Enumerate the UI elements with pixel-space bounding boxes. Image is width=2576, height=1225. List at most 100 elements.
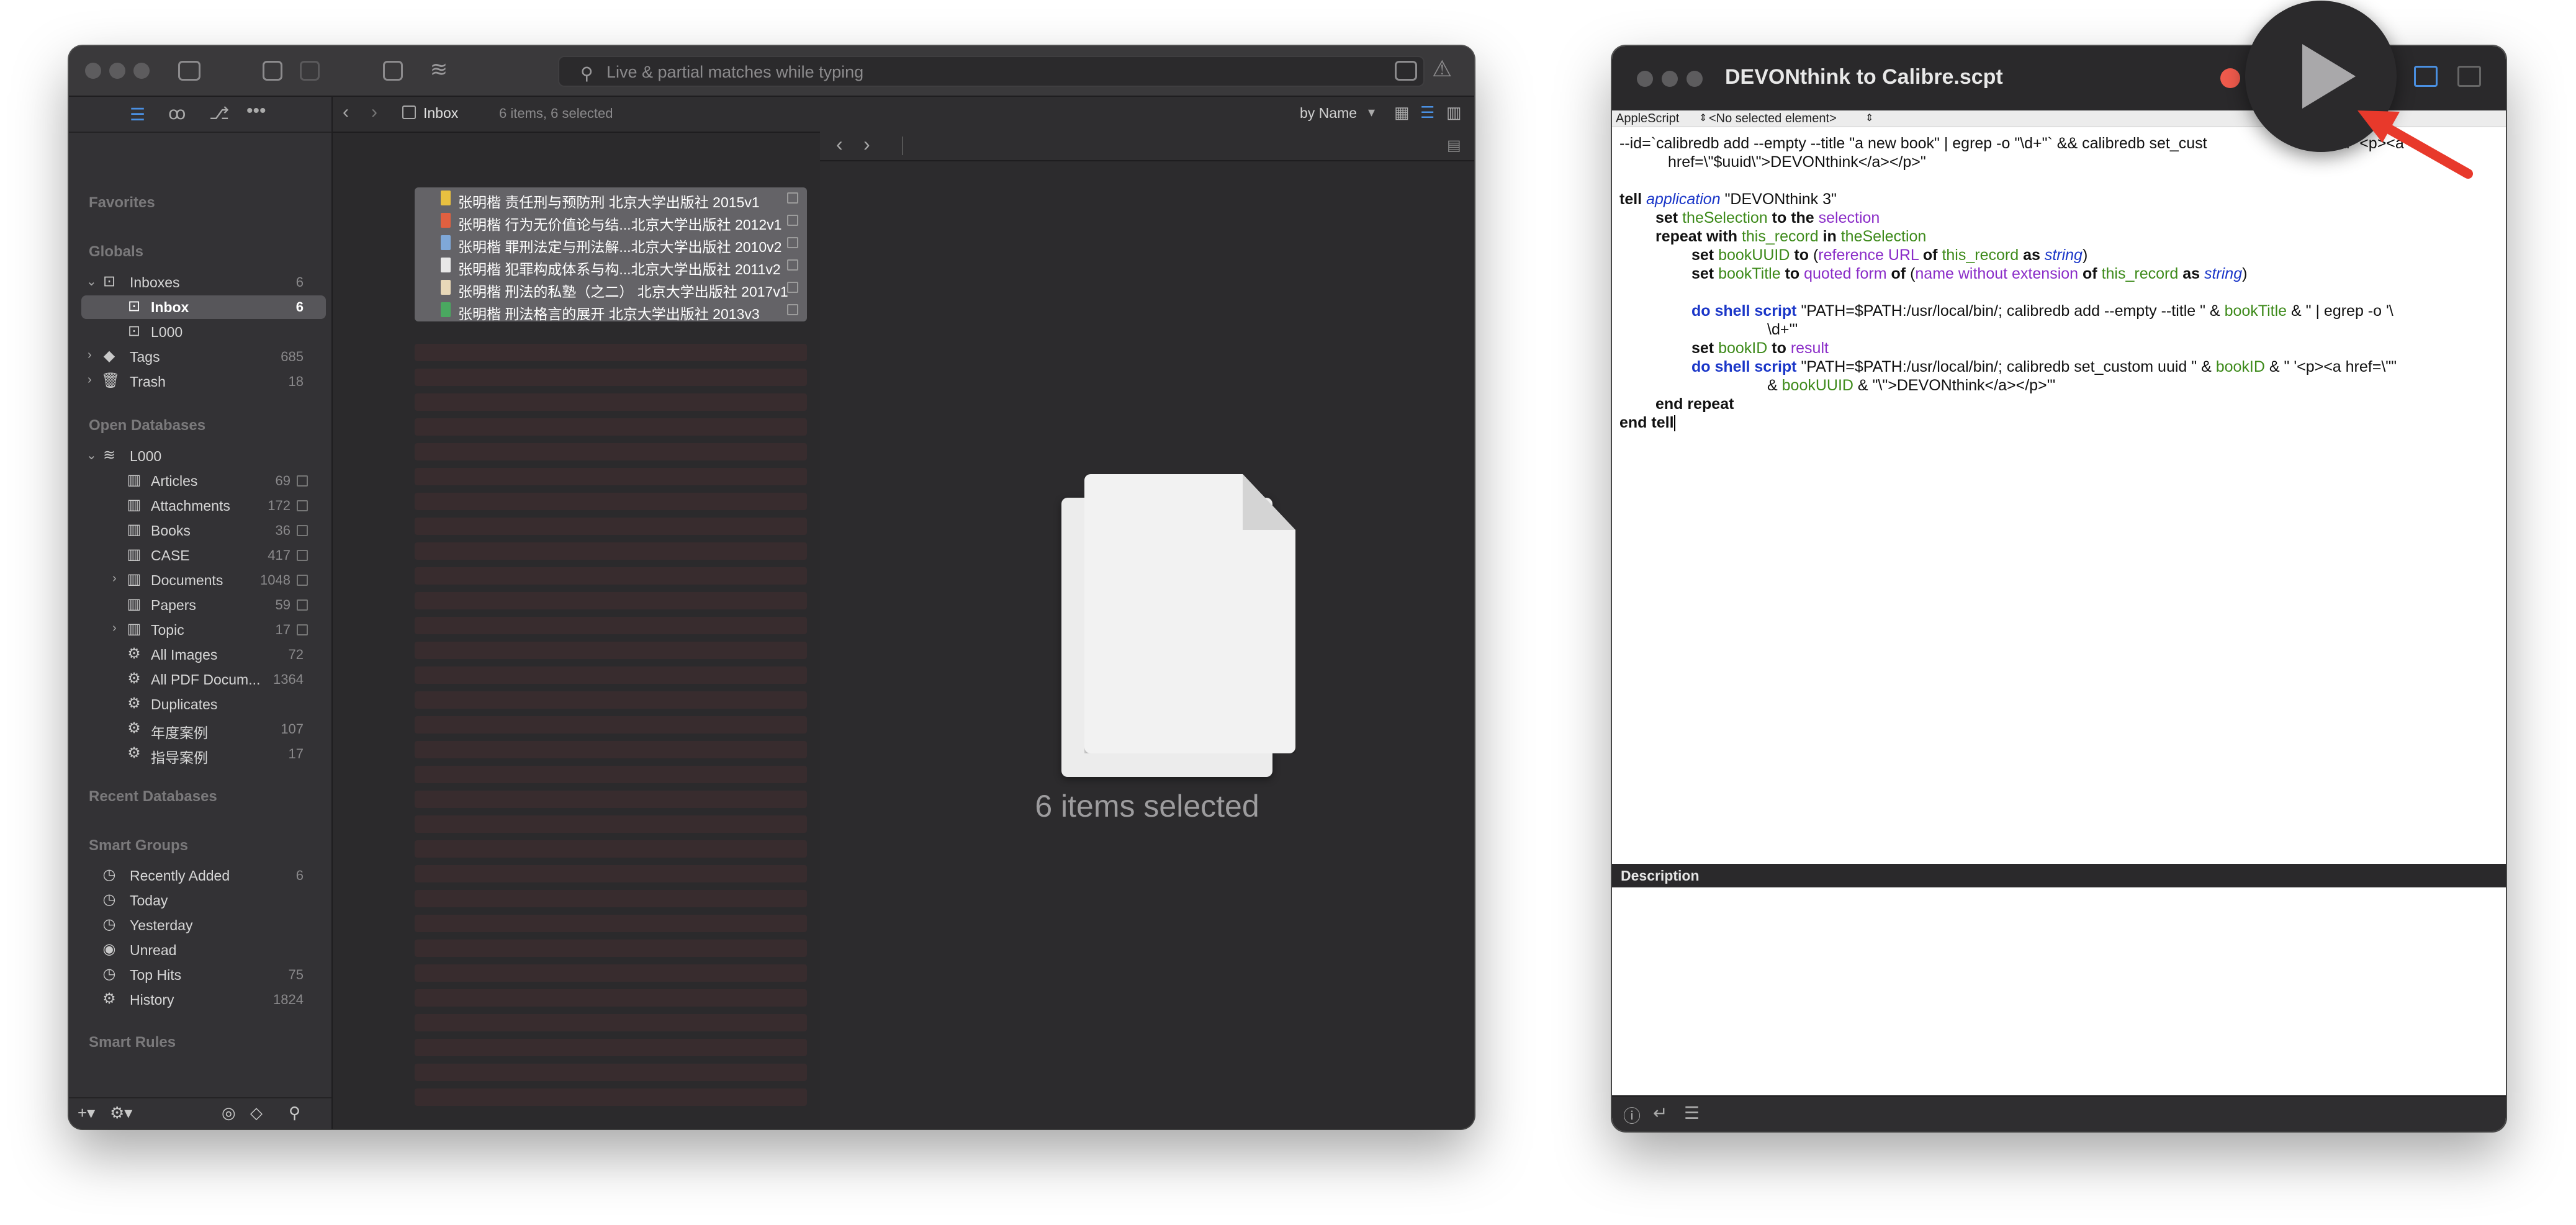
- chevron-right-icon[interactable]: ›: [112, 621, 117, 635]
- sidebar-item-topic[interactable]: › ▥ Topic 17: [69, 618, 331, 642]
- sidebar-item-count: 1364: [273, 671, 304, 687]
- chevron-right-icon[interactable]: ›: [88, 373, 92, 387]
- info-icon[interactable]: ⓘ: [1623, 1103, 1641, 1128]
- target-icon[interactable]: ◎: [222, 1103, 236, 1123]
- close-window-button[interactable]: [85, 63, 101, 79]
- devonthink-toolbar: ≋ ⚲ Live & partial matches while typing …: [69, 46, 1474, 97]
- icon-view-icon[interactable]: ▦: [1394, 103, 1410, 122]
- sidebar-item-l000-inbox[interactable]: ⊡ L000: [69, 320, 331, 344]
- search-icon: ⚲: [580, 64, 593, 83]
- forward-icon[interactable]: ›: [371, 102, 377, 123]
- sort-chevron-icon[interactable]: ▾: [1368, 104, 1375, 120]
- section-favorites: Favorites: [89, 194, 155, 211]
- sidebar-item-all-pdf[interactable]: ⚙ All PDF Docum... 1364: [69, 668, 331, 691]
- sidebar-item-attachments[interactable]: ▥ Attachments 172: [69, 494, 331, 518]
- inspector-toggle-icon[interactable]: [1395, 61, 1417, 81]
- pin-icon[interactable]: ⚲: [289, 1103, 300, 1123]
- sidebar-toggle-icon[interactable]: [178, 61, 200, 81]
- tag-icon[interactable]: ⎇: [209, 103, 229, 123]
- code-keyword: to: [1785, 265, 1800, 282]
- tag-icon[interactable]: ◇: [250, 1103, 263, 1123]
- language-selector[interactable]: AppleScript: [1616, 112, 1679, 126]
- list-item[interactable]: 张明楷 犯罪构成体系与构...北京大学出版社 2011v2: [415, 254, 807, 277]
- list-item[interactable]: 张明楷 刑法的私塾（之二） 北京大学出版社 2017v1: [415, 277, 807, 300]
- database-icon: [787, 304, 798, 315]
- empty-row: [415, 393, 807, 411]
- sidebar-item-trash[interactable]: › 🗑 Trash 18: [69, 370, 331, 393]
- code-string: & "\">DEVONthink</a></p>'": [1857, 377, 2056, 394]
- log-list-icon[interactable]: ☰: [1684, 1103, 1700, 1123]
- search-field[interactable]: ⚲ Live & partial matches while typing: [558, 56, 1425, 87]
- sidebar-item-tags[interactable]: › ◆ Tags 685: [69, 345, 331, 369]
- description-text-area[interactable]: [1612, 887, 2506, 1095]
- add-icon[interactable]: +▾: [78, 1103, 95, 1123]
- zoom-window-button[interactable]: [1687, 71, 1703, 87]
- clock-icon: ◷: [102, 891, 116, 908]
- sidebar-item-top-hits[interactable]: ◷ Top Hits 75: [69, 963, 331, 987]
- list-item[interactable]: 张明楷 罪刑法定与刑法解...北京大学出版社 2010v2: [415, 232, 807, 255]
- duplicate-icon[interactable]: [300, 61, 320, 81]
- sort-menu[interactable]: by Name: [1300, 105, 1357, 122]
- forward-icon[interactable]: ›: [863, 133, 870, 156]
- preview-options-icon[interactable]: ▤: [1447, 137, 1461, 155]
- empty-row: [415, 344, 807, 361]
- sidebar-item-today[interactable]: ◷ Today: [69, 889, 331, 912]
- list-item[interactable]: 张明楷 责任刑与预防刑 北京大学出版社 2015v1: [415, 187, 807, 210]
- bottom-pane-toggle-icon[interactable]: [2414, 66, 2438, 87]
- list-item[interactable]: 张明楷 行为无价值论与结...北京大学出版社 2012v1: [415, 210, 807, 233]
- database-icon: [787, 237, 798, 248]
- script-code-editor[interactable]: --id=`calibredb add --empty --title "a n…: [1619, 134, 2495, 910]
- empty-row: [415, 865, 807, 882]
- chevron-right-icon[interactable]: ›: [112, 572, 117, 586]
- group-icon: ▥: [127, 571, 142, 588]
- sidebar-item-database-l000[interactable]: ⌄ ≋ L000: [69, 444, 331, 468]
- column-view-icon[interactable]: ▥: [1446, 103, 1462, 122]
- sidebar-item-history[interactable]: ⚙ History 1824: [69, 988, 331, 1012]
- back-icon[interactable]: ‹: [836, 133, 843, 156]
- sidebar-item-count: 417: [268, 547, 290, 563]
- minimize-window-button[interactable]: [109, 63, 125, 79]
- glasses-icon[interactable]: ꝏ: [168, 103, 186, 123]
- code-variable: bookUUID: [1781, 377, 1853, 394]
- list-view-icon[interactable]: ☰: [1420, 103, 1434, 122]
- sidebar-item-all-images[interactable]: ⚙ All Images 72: [69, 643, 331, 666]
- file-icon: [441, 213, 451, 228]
- sidebar-item-annual-cases[interactable]: ⚙ 年度案例 107: [69, 717, 331, 742]
- minimize-window-button[interactable]: [1662, 71, 1678, 87]
- record-button[interactable]: [2220, 68, 2240, 88]
- chevron-down-icon[interactable]: ⌄: [86, 447, 97, 463]
- sidebar-item-books[interactable]: ▥ Books 36: [69, 519, 331, 542]
- layers-icon[interactable]: ≋: [426, 57, 451, 82]
- chevron-down-icon[interactable]: ⌄: [86, 274, 97, 289]
- more-icon[interactable]: •••: [246, 101, 266, 122]
- back-icon[interactable]: ‹: [343, 102, 349, 123]
- element-selector[interactable]: <No selected element>: [1709, 112, 1837, 126]
- sidebar-item-count: 685: [281, 349, 304, 364]
- warning-icon[interactable]: ⚠: [1432, 56, 1452, 82]
- side-pane-toggle-icon[interactable]: [2457, 66, 2481, 87]
- capture-icon[interactable]: [263, 61, 282, 81]
- sidebar-item-yesterday[interactable]: ◷ Yesterday: [69, 913, 331, 937]
- chevron-right-icon[interactable]: ›: [88, 348, 92, 362]
- sidebar-item-duplicates[interactable]: ⚙ Duplicates: [69, 693, 331, 716]
- code-variable: bookID: [1718, 339, 1768, 357]
- sidebar-item-inboxes[interactable]: ⌄ ⊡ Inboxes 6: [69, 271, 331, 294]
- gear-icon[interactable]: ⚙▾: [110, 1103, 132, 1123]
- sidebar-item-unread[interactable]: ◉ Unread: [69, 938, 331, 962]
- sidebar-item-guiding-cases[interactable]: ⚙ 指导案例 17: [69, 742, 331, 766]
- classify-icon[interactable]: [383, 61, 403, 81]
- sidebar-item-case[interactable]: ▥ CASE 417: [69, 544, 331, 567]
- empty-row: [415, 418, 807, 436]
- sidebar-item-articles[interactable]: ▥ Articles 69: [69, 469, 331, 493]
- sidebar-item-inbox[interactable]: ⊡ Inbox 6: [69, 295, 331, 319]
- reply-icon[interactable]: ↵: [1653, 1103, 1667, 1123]
- list-item-title: 张明楷 刑法的私塾（之二） 北京大学出版社 2017v1: [458, 284, 788, 300]
- sidebar-item-documents[interactable]: › ▥ Documents 1048: [69, 568, 331, 592]
- zoom-window-button[interactable]: [133, 63, 150, 79]
- empty-row: [415, 443, 807, 460]
- list-view-icon[interactable]: ☰: [130, 104, 145, 125]
- list-item[interactable]: 张明楷 刑法格言的展开 北京大学出版社 2013v3: [415, 299, 807, 322]
- sidebar-item-papers[interactable]: ▥ Papers 59: [69, 593, 331, 617]
- close-window-button[interactable]: [1637, 71, 1653, 87]
- sidebar-item-recently-added[interactable]: ◷ Recently Added 6: [69, 864, 331, 887]
